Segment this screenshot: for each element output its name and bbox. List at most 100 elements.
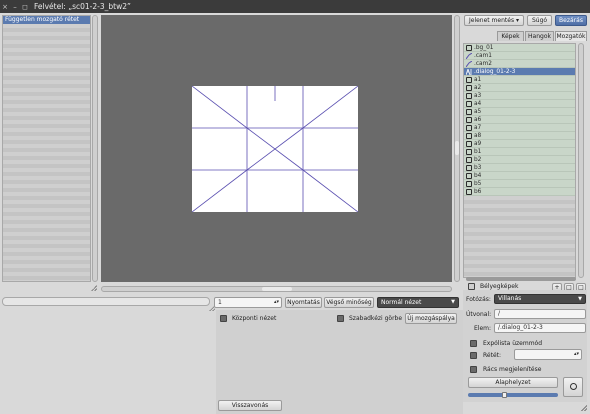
mover-list-item[interactable]: b3 xyxy=(464,164,575,172)
thumbnails-label: Bélyegképek xyxy=(480,283,519,290)
freehand-curve-checkbox[interactable] xyxy=(337,315,344,322)
undo-button[interactable]: Visszavonás xyxy=(218,400,282,411)
final-quality-button[interactable]: Végső minőség xyxy=(324,297,374,308)
layer-label: Rétét: xyxy=(483,352,502,359)
minimize-window-icon[interactable]: – xyxy=(10,3,20,11)
mover-list-item[interactable]: b2 xyxy=(464,156,575,164)
save-scene-label: Jelenet mentés xyxy=(468,17,515,24)
opacity-slider[interactable] xyxy=(468,392,558,398)
layer-list-item[interactable]: Független mozgató rétet xyxy=(3,16,90,24)
mover-list-item[interactable]: a8 xyxy=(464,132,575,140)
square-icon xyxy=(466,188,472,195)
close-window-icon[interactable]: × xyxy=(0,3,10,11)
scene-canvas[interactable] xyxy=(191,85,359,213)
mover-list-item[interactable]: b6 xyxy=(464,188,575,196)
square-icon xyxy=(466,156,472,163)
mover-list-item[interactable]: a2 xyxy=(464,84,575,92)
window-titlebar: × – ◻ Felvétel: „sc01-2-3_btw2” xyxy=(0,0,590,13)
layer-list-scrollbar[interactable] xyxy=(92,15,98,282)
mover-list-item[interactable]: a9 xyxy=(464,140,575,148)
mover-list-item[interactable]: a4 xyxy=(464,100,575,108)
tab-sounds[interactable]: Hangok xyxy=(525,31,554,41)
element-field[interactable]: /.dialog_01-2-3 xyxy=(494,323,586,333)
mover-list-item-label: a2 xyxy=(474,84,482,91)
exposure-mode-checkbox[interactable] xyxy=(470,340,477,347)
lighting-value: Villanás xyxy=(498,295,522,302)
dialog-icon xyxy=(465,68,472,75)
mover-list-item-label: .dialog_01-2-3 xyxy=(474,68,516,75)
lighting-select[interactable]: Villanás ▼ xyxy=(494,294,586,304)
mover-list-scrollbar[interactable] xyxy=(578,43,584,278)
stage-vertical-scroll-thumb[interactable] xyxy=(455,141,459,155)
help-button[interactable]: Súgó xyxy=(527,15,552,26)
square-icon xyxy=(466,116,472,123)
mover-list-item[interactable]: .bg_01 xyxy=(464,44,575,52)
freehand-curve-label: Szabadkézi görbe xyxy=(349,315,403,322)
element-label: Elem: xyxy=(474,325,492,332)
mover-list-item-label: a8 xyxy=(474,132,482,139)
stage-horizontal-scroll-thumb[interactable] xyxy=(262,287,292,291)
record-button[interactable] xyxy=(563,377,583,397)
mover-list-item[interactable]: a1 xyxy=(464,76,575,84)
path-label: Útvonal: xyxy=(466,311,492,318)
layer-list[interactable]: Független mozgató rétet xyxy=(2,15,91,282)
stage-horizontal-scrollbar[interactable] xyxy=(101,286,452,292)
mover-list-item-label: b4 xyxy=(474,172,482,179)
view-mode-select[interactable]: Normál nézet ▼ xyxy=(377,297,459,308)
mover-list-item-label: b2 xyxy=(474,156,482,163)
mover-list-item-label: .cam1 xyxy=(474,52,492,59)
layer-checkbox[interactable] xyxy=(470,352,477,359)
timeline-bar[interactable] xyxy=(2,297,210,306)
mover-list-item[interactable]: a6 xyxy=(464,116,575,124)
tab-images[interactable]: Képek xyxy=(497,31,524,41)
center-view-checkbox[interactable] xyxy=(220,315,227,322)
exposure-mode-label: Expólista üzemmód xyxy=(483,340,543,347)
square-icon xyxy=(466,44,472,51)
mover-list-item[interactable]: .dialog_01-2-3 xyxy=(464,68,575,76)
new-track-button[interactable]: Új mozgáspálya xyxy=(405,313,457,324)
mover-list-horizontal-scrollbar[interactable] xyxy=(466,277,576,281)
square-icon xyxy=(466,132,472,139)
mover-list[interactable]: .bg_01 .cam1 .cam2 .dialog_01-2-3 a1 a2 a3 a4 a5… xyxy=(463,43,576,278)
resize-grip-icon[interactable] xyxy=(91,285,97,291)
mover-list-item[interactable]: .cam2 xyxy=(464,60,575,68)
opacity-slider-handle[interactable] xyxy=(502,392,507,398)
bottom-left-panel xyxy=(0,294,216,414)
square-icon xyxy=(466,108,472,115)
mover-list-item-label: a7 xyxy=(474,124,482,131)
save-scene-button[interactable]: Jelenet mentés ▾ xyxy=(464,15,524,26)
mover-list-item-label: b3 xyxy=(474,164,482,171)
tab-movers[interactable]: Mozgatók xyxy=(555,31,587,41)
mover-list-item[interactable]: a3 xyxy=(464,92,575,100)
center-view-label: Központi nézet xyxy=(232,315,277,322)
square-icon xyxy=(466,180,472,187)
mover-list-item-label: a1 xyxy=(474,76,482,83)
close-button[interactable]: Bezárás xyxy=(555,15,587,26)
mover-list-item[interactable]: b4 xyxy=(464,172,575,180)
mover-list-item[interactable]: .cam1 xyxy=(464,52,575,60)
square-icon xyxy=(466,140,472,147)
layer-stepper[interactable]: ▴▾ xyxy=(514,349,582,360)
reset-button[interactable]: Alaphelyzet xyxy=(468,377,558,388)
resize-grip-icon[interactable] xyxy=(581,405,587,411)
mover-list-item[interactable]: b1 xyxy=(464,148,575,156)
frame-stepper[interactable]: 1 ▴▾ xyxy=(214,297,282,308)
square-icon xyxy=(466,148,472,155)
view-mode-value: Normál nézet xyxy=(381,299,422,306)
print-button[interactable]: Nyomtatás xyxy=(285,297,322,308)
mover-list-item[interactable]: a5 xyxy=(464,108,575,116)
mover-list-item-label: b5 xyxy=(474,180,482,187)
mover-list-item[interactable]: b5 xyxy=(464,180,575,188)
grid-label: Rács megjelenítése xyxy=(483,366,542,373)
square-icon xyxy=(466,84,472,91)
mover-list-item-label: .cam2 xyxy=(474,60,492,67)
frame-value: 1 xyxy=(218,299,222,306)
maximize-window-icon[interactable]: ◻ xyxy=(20,3,30,11)
stage-vertical-scrollbar[interactable] xyxy=(454,15,460,282)
thumbnails-checkbox[interactable] xyxy=(468,283,475,290)
path-field[interactable]: / xyxy=(494,309,586,319)
grid-checkbox[interactable] xyxy=(470,366,477,373)
stepper-arrows-icon: ▴▾ xyxy=(273,299,279,305)
composition-guide-icon xyxy=(191,85,359,213)
mover-list-item[interactable]: a7 xyxy=(464,124,575,132)
